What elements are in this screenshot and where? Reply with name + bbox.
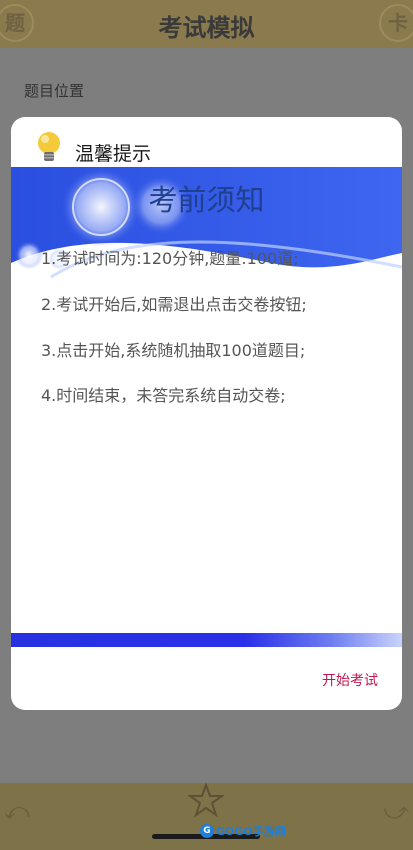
start-exam-button[interactable]: 开始考试 [322,670,378,690]
question-position-label: 题目位置 [24,82,85,100]
forward-arrow-icon[interactable]: ⤻ [383,797,409,825]
dialog-header: 温馨提示 [11,117,402,167]
exam-notice-dialog: 温馨提示 考前须知 1.考试时间为:120分钟,题量:100道; 2.考试开始后… [11,117,402,710]
star-icon[interactable] [188,782,224,818]
watermark-logo-icon: G [200,824,214,838]
rule-item: 2.考试开始后,如需退出点击交卷按钮; [41,295,307,314]
watermark-text: GOGO手游网 [216,825,286,838]
bottom-stripe [11,633,402,647]
rule-item: 4.时间结束，未答完系统自动交卷; [41,386,286,405]
lightbulb-icon [38,132,60,161]
watermark: G GOGO手游网 [200,822,286,840]
back-arrow-icon[interactable]: ⤺ [4,797,30,825]
app-header: 题 考试模拟 卡 [0,0,413,48]
dialog-title: 温馨提示 [75,143,152,165]
rule-item: 3.点击开始,系统随机抽取100道题目; [41,341,306,360]
page-title: 考试模拟 [158,14,255,42]
rule-item: 1.考试时间为:120分钟,题量:100道; [41,249,299,268]
notice-heading: 考前须知 [148,183,265,217]
answer-card-icon[interactable]: 卡 [379,4,413,42]
